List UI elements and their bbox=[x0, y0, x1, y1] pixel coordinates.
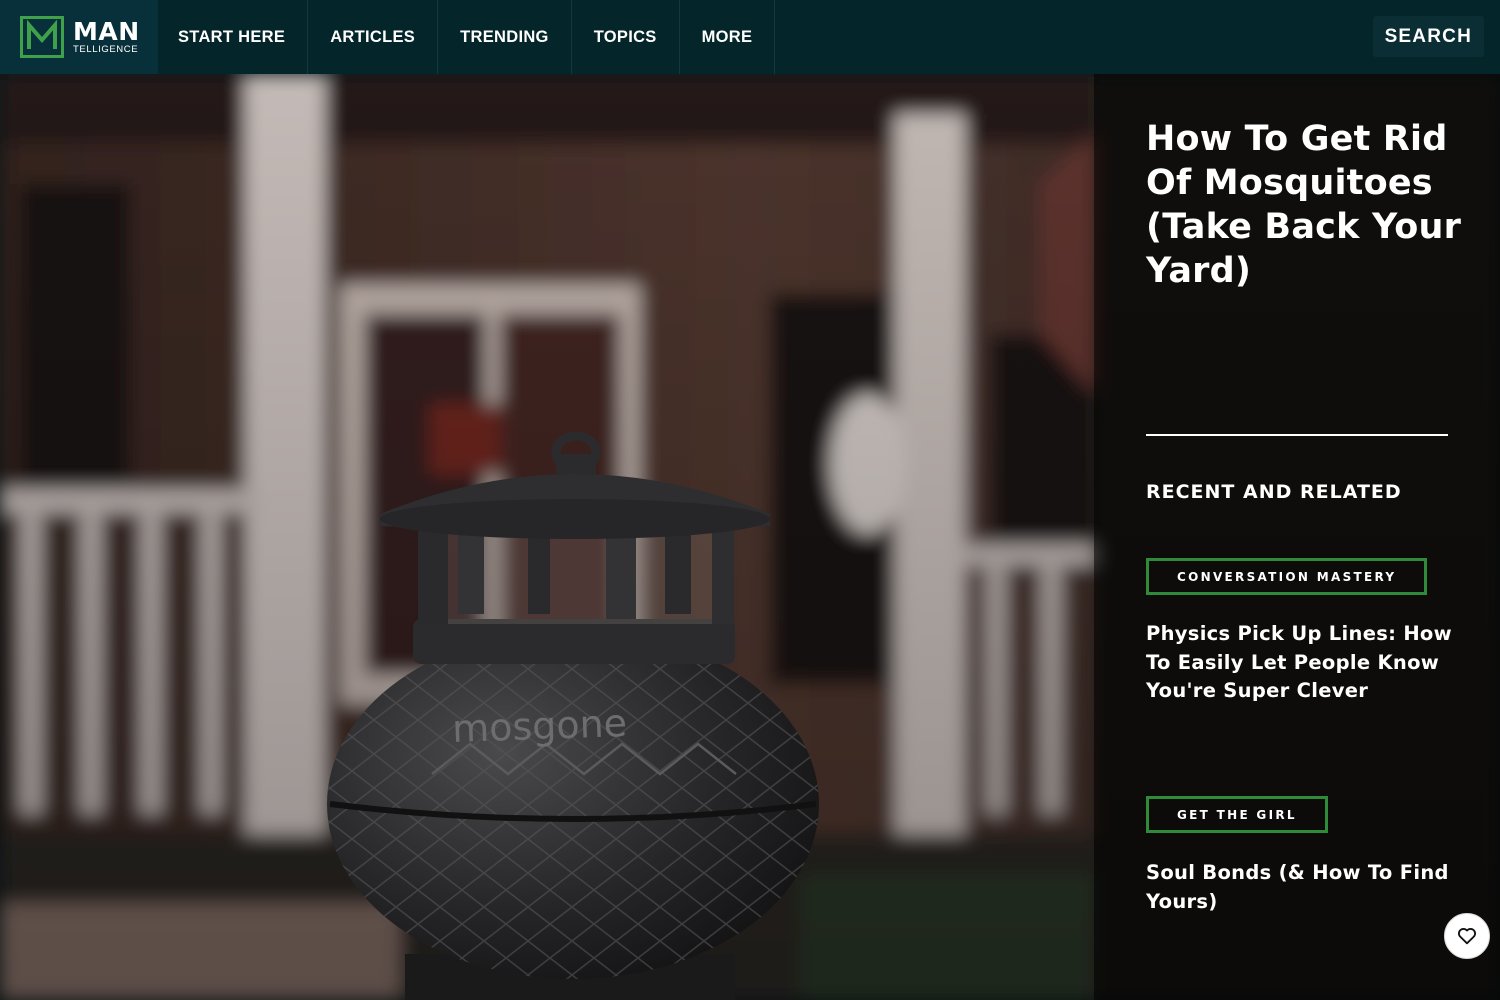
nav-topics[interactable]: TOPICS bbox=[572, 0, 680, 74]
category-tag-get-the-girl[interactable]: GET THE GIRL bbox=[1146, 796, 1328, 833]
logo-name: MAN bbox=[73, 17, 140, 47]
related-post-link[interactable]: Physics Pick Up Lines: How To Easily Let… bbox=[1146, 620, 1466, 706]
top-navigation: MAN TELLIGENCE START HERE ARTICLES TREND… bbox=[0, 0, 1500, 74]
related-post-link[interactable]: Soul Bonds (& How To Find Yours) bbox=[1146, 859, 1466, 916]
favorite-button[interactable] bbox=[1444, 913, 1490, 959]
main-menu: START HERE ARTICLES TRENDING TOPICS MORE bbox=[158, 0, 776, 74]
nav-more[interactable]: MORE bbox=[680, 0, 776, 74]
site-logo[interactable]: MAN TELLIGENCE bbox=[0, 0, 158, 74]
category-tag-conversation-mastery[interactable]: CONVERSATION MASTERY bbox=[1146, 558, 1428, 595]
search-button[interactable]: SEARCH bbox=[1372, 16, 1484, 57]
nav-articles[interactable]: ARTICLES bbox=[308, 0, 439, 74]
nav-trending[interactable]: TRENDING bbox=[438, 0, 572, 74]
trap-illustration: mosgone bbox=[327, 431, 819, 1000]
heart-icon bbox=[1458, 928, 1476, 945]
title-divider bbox=[1146, 434, 1448, 436]
logo-subtitle: TELLIGENCE bbox=[73, 44, 139, 56]
article-side-panel: How To Get Rid Of Mosquitoes (Take Back … bbox=[1094, 74, 1500, 1000]
hero-section: mosgone How To Get Rid Of Mosquitoes (Ta… bbox=[0, 74, 1500, 1000]
logo-wordmark: MAN TELLIGENCE bbox=[73, 19, 140, 55]
logo-mark-icon bbox=[20, 16, 64, 58]
article-title[interactable]: How To Get Rid Of Mosquitoes (Take Back … bbox=[1146, 117, 1476, 293]
svg-text:mosgone: mosgone bbox=[451, 701, 627, 751]
nav-start-here[interactable]: START HERE bbox=[158, 0, 309, 74]
related-heading: RECENT AND RELATED bbox=[1146, 481, 1402, 503]
